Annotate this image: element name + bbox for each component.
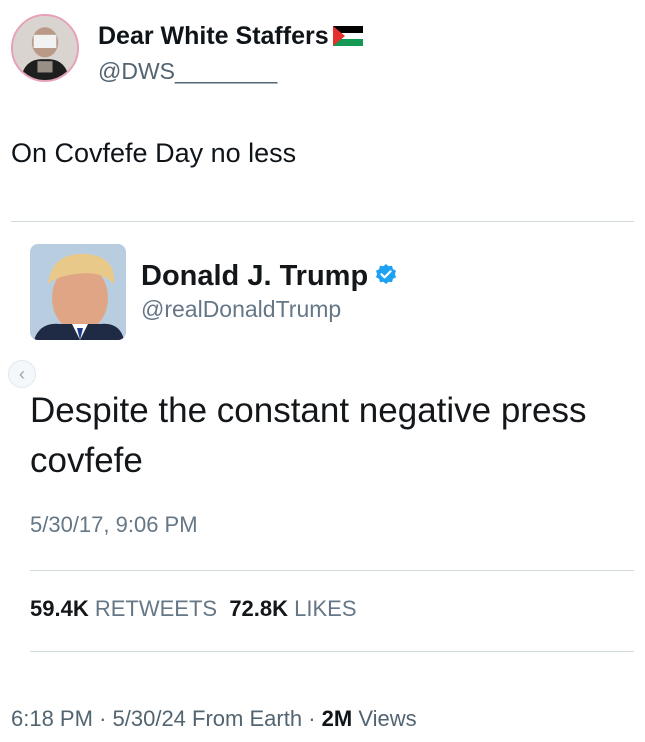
palestine-flag-icon xyxy=(332,26,363,46)
divider xyxy=(11,221,634,222)
quoted-display-name-text: Donald J. Trump xyxy=(141,260,369,292)
verified-badge-icon xyxy=(376,264,397,284)
retweets-label[interactable]: RETWEETS xyxy=(95,596,217,621)
engagement-stats: 59.4K RETWEETS 72.8K LIKES xyxy=(30,596,357,622)
avatar[interactable] xyxy=(11,14,79,82)
display-name-text: Dear White Staffers xyxy=(98,22,329,50)
quoted-profile-photo xyxy=(30,244,126,340)
divider xyxy=(30,570,634,571)
quoted-timestamp: 5/30/17, 9:06 PM xyxy=(30,512,198,537)
tweet-text: On Covfefe Day no less xyxy=(11,138,297,168)
tweet-date[interactable]: 5/30/24 xyxy=(113,706,186,731)
display-name[interactable]: Dear White Staffers xyxy=(98,22,363,51)
tweet-meta: 6:18 PM · 5/30/24 From Earth · 2M Views xyxy=(11,706,417,732)
quoted-avatar[interactable] xyxy=(30,244,126,340)
likes-label[interactable]: LIKES xyxy=(294,596,356,621)
retweets-count[interactable]: 59.4K xyxy=(30,596,89,621)
views-count[interactable]: 2M xyxy=(322,706,353,731)
profile-photo xyxy=(13,16,77,80)
separator: · xyxy=(99,706,107,731)
views-label[interactable]: Views xyxy=(358,706,416,731)
handle[interactable]: @DWS________ xyxy=(98,58,277,85)
quoted-display-name[interactable]: Donald J. Trump xyxy=(141,260,398,293)
chevron-left-icon[interactable]: ‹ xyxy=(8,360,36,388)
tweet-time[interactable]: 6:18 PM xyxy=(11,706,93,731)
likes-count[interactable]: 72.8K xyxy=(229,596,288,621)
divider xyxy=(30,651,634,652)
quoted-tweet-text: Despite the constant negative press covf… xyxy=(30,391,587,480)
separator: · xyxy=(308,706,316,731)
quoted-handle[interactable]: @realDonaldTrump xyxy=(141,296,341,323)
tweet-source: From Earth xyxy=(192,706,303,731)
